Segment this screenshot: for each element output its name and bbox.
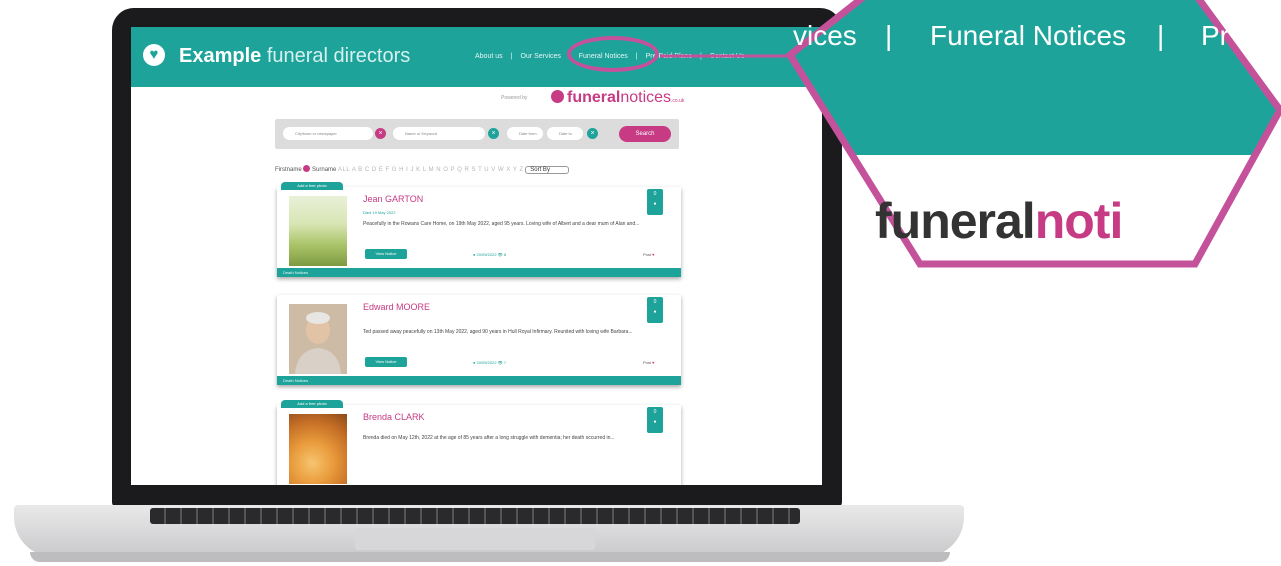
zoom-nav-funeral-notices: Funeral Notices	[930, 20, 1127, 51]
zoom-nav-separator: |	[1157, 20, 1165, 51]
zoom-nav-pre-paid: Pr	[1201, 20, 1229, 51]
zoom-callout: vices | Funeral Notices | Pr funeralnoti	[785, 0, 1281, 280]
zoom-logo: funeralnoti	[875, 192, 1124, 250]
zoom-nav-services: vices	[793, 20, 857, 51]
zoom-nav-separator: |	[885, 20, 893, 51]
zoom-logo-accent: noti	[1034, 193, 1124, 249]
zoom-logo-main: funeral	[875, 193, 1036, 249]
